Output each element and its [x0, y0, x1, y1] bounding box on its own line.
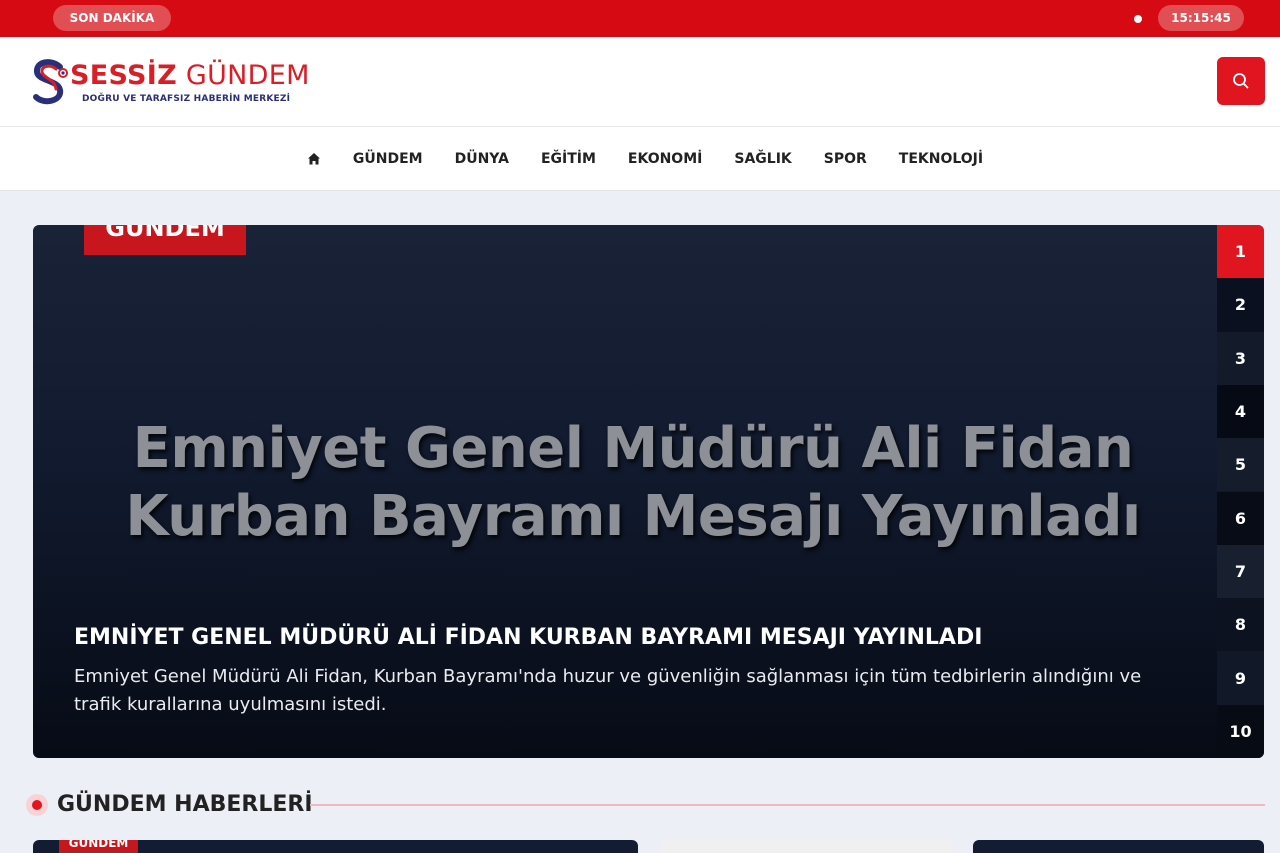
logo-text: SESSİZ GÜNDEM — [70, 60, 310, 91]
top-bar: SON DAKİKA 15:15:45 — [0, 0, 1280, 37]
card-category-label: GÜNDEM — [68, 840, 129, 850]
live-dot-icon — [1134, 15, 1142, 23]
slider-page-5[interactable]: 5 — [1217, 438, 1264, 492]
hero-category-badge: GÜNDEM — [84, 225, 246, 255]
slider-page-3[interactable]: 3 — [1217, 331, 1264, 385]
slider-page-8[interactable]: 8 — [1217, 598, 1264, 652]
hero-slider[interactable]: GÜNDEM Emniyet Genel Müdürü Ali Fidan Ku… — [33, 225, 1264, 758]
slider-pager: 1 2 3 4 5 6 7 8 9 10 — [1217, 225, 1264, 758]
hero-image-title: Emniyet Genel Müdürü Ali Fidan Kurban Ba… — [125, 416, 1141, 549]
slider-page-1[interactable]: 1 — [1217, 225, 1264, 279]
hero-description: Emniyet Genel Müdürü Ali Fidan, Kurban B… — [74, 666, 1142, 715]
breaking-news-badge[interactable]: SON DAKİKA — [53, 5, 171, 31]
logo-name-bold: SESSİZ — [70, 60, 177, 91]
nav-item-egitim[interactable]: EĞİTİM — [541, 151, 596, 167]
slider-page-7[interactable]: 7 — [1217, 544, 1264, 599]
nav-item-teknoloji[interactable]: TEKNOLOJİ — [899, 151, 983, 167]
slider-page-9[interactable]: 9 — [1217, 651, 1264, 705]
card-category-badge: GÜNDEM — [59, 840, 138, 853]
section-dot-icon — [26, 794, 48, 816]
section-divider — [310, 804, 1265, 806]
main-nav: GÜNDEM DÜNYA EĞİTİM EKONOMİ SAĞLIK SPOR … — [0, 127, 1280, 191]
slider-page-10[interactable]: 10 — [1217, 704, 1264, 758]
search-icon — [1233, 73, 1249, 89]
section-title: GÜNDEM HABERLERİ — [57, 792, 313, 817]
nav-item-ekonomi[interactable]: EKONOMİ — [628, 151, 702, 167]
news-card[interactable]: GÜNDEM — [33, 840, 638, 853]
nav-item-spor[interactable]: SPOR — [824, 151, 867, 167]
logo-s-icon — [33, 59, 68, 105]
search-button[interactable] — [1217, 57, 1265, 105]
clock: 15:15:45 — [1158, 5, 1244, 31]
slider-page-2[interactable]: 2 — [1217, 278, 1264, 332]
news-card[interactable] — [660, 840, 953, 853]
nav-item-dunya[interactable]: DÜNYA — [455, 151, 509, 167]
logo-name-light: GÜNDEM — [185, 60, 310, 91]
news-card[interactable] — [973, 840, 1264, 853]
site-header: SESSİZ GÜNDEM DOĞRU VE TARAFSIZ HABERİN … — [0, 37, 1280, 127]
site-logo[interactable]: SESSİZ GÜNDEM DOĞRU VE TARAFSIZ HABERİN … — [32, 57, 309, 107]
hero-category-label: GÜNDEM — [105, 225, 225, 242]
nav-item-gundem[interactable]: GÜNDEM — [353, 151, 423, 167]
slider-page-4[interactable]: 4 — [1217, 384, 1264, 439]
slider-page-6[interactable]: 6 — [1217, 491, 1264, 545]
home-icon[interactable] — [307, 152, 321, 166]
logo-tagline: DOĞRU VE TARAFSIZ HABERİN MERKEZİ — [82, 94, 291, 104]
hero-headline[interactable]: EMNİYET GENEL MÜDÜRÜ ALİ FİDAN KURBAN BA… — [74, 625, 1194, 650]
nav-item-saglik[interactable]: SAĞLIK — [734, 151, 791, 167]
